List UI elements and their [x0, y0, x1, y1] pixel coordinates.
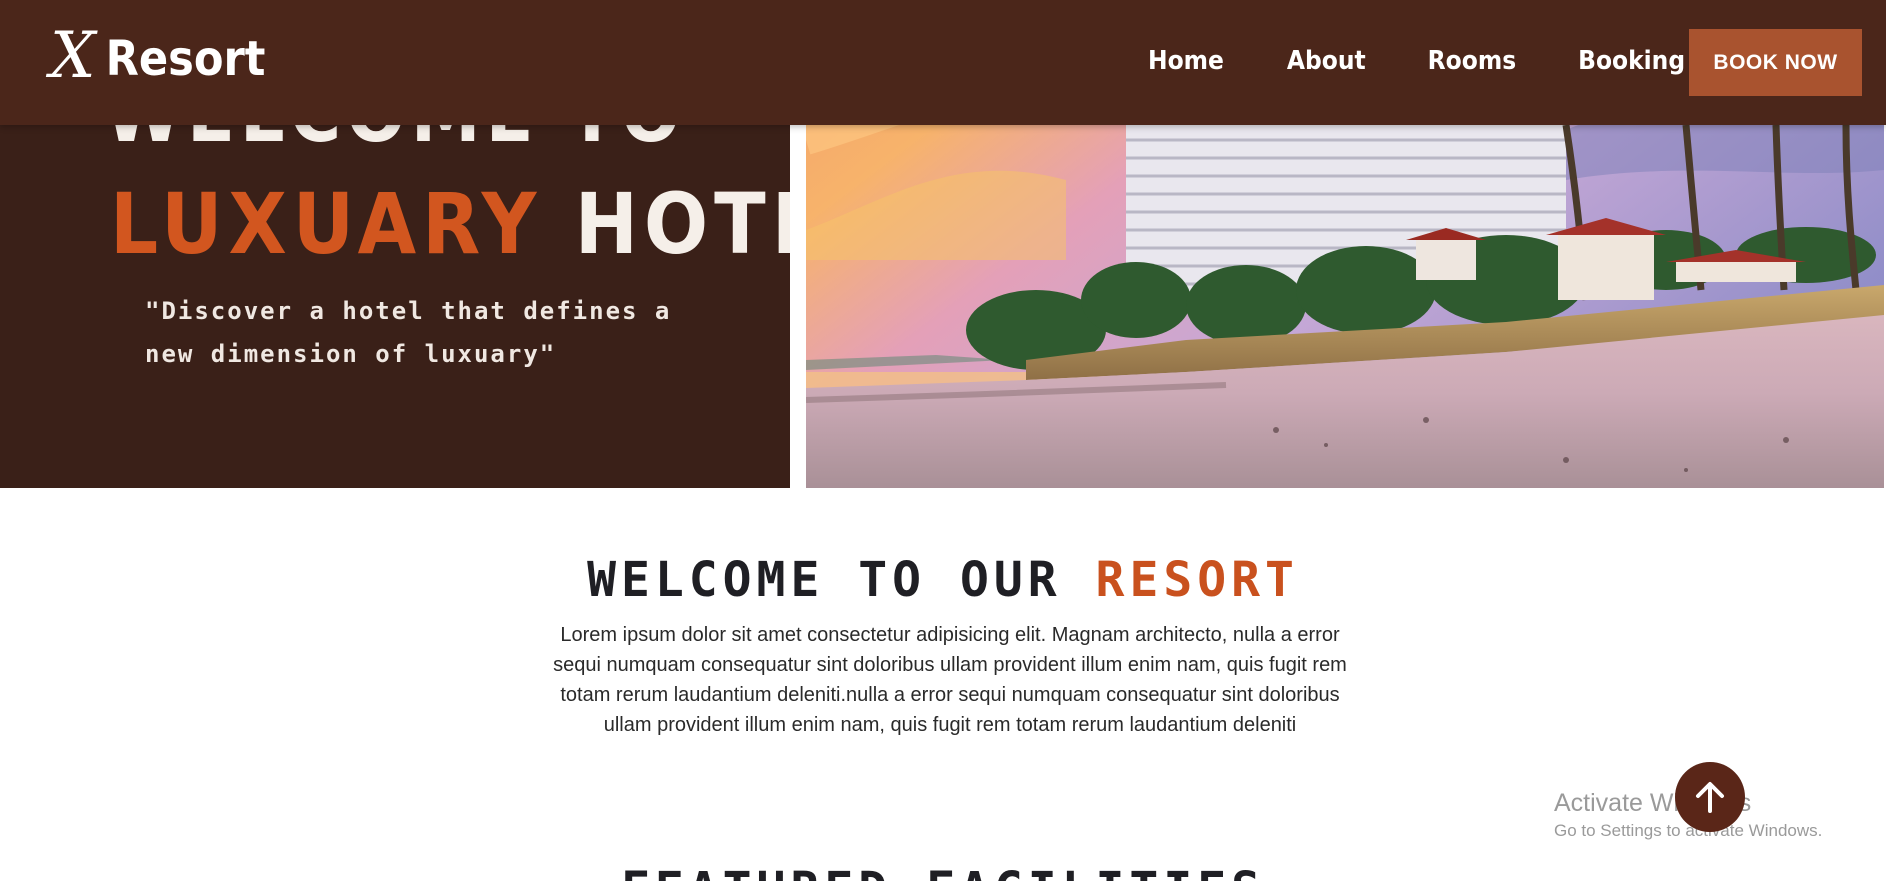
brand-mark: X: [50, 19, 96, 93]
hero-heading-accent: LUXUARY: [110, 175, 543, 273]
hero-heading-line2: LUXUARY HOTEL: [110, 182, 790, 266]
brand-name: Resort: [105, 31, 266, 87]
nav-link-home[interactable]: Home: [1148, 44, 1224, 78]
hero-heading-rest: HOTEL: [574, 175, 790, 273]
featured-heading: FEATURED FACILITIES: [0, 866, 1886, 881]
hero-tagline: "Discover a hotel that defines a new dim…: [145, 297, 672, 368]
nav-link-booking[interactable]: Booking: [1578, 44, 1685, 78]
nav-link-rooms[interactable]: Rooms: [1428, 44, 1516, 78]
brand-logo[interactable]: X Resort: [50, 24, 265, 88]
welcome-heading-main: WELCOME TO OUR: [587, 552, 1062, 608]
main-nav: Home About Rooms Booking: [1148, 44, 1685, 78]
page: WELCOME TO LUXUARY HOTEL "Discover a hot…: [0, 0, 1886, 881]
welcome-heading: WELCOME TO OUR RESORT: [0, 556, 1886, 604]
welcome-paragraph: Lorem ipsum dolor sit amet consectetur a…: [553, 624, 1347, 736]
book-now-button[interactable]: BOOK NOW: [1689, 29, 1862, 96]
navbar: X Resort Home About Rooms Booking BOOK N…: [0, 0, 1886, 125]
arrow-up-icon: [1696, 782, 1724, 813]
nav-link-about[interactable]: About: [1287, 44, 1366, 78]
scroll-to-top-button[interactable]: [1675, 762, 1745, 832]
welcome-heading-accent: RESORT: [1095, 552, 1299, 608]
